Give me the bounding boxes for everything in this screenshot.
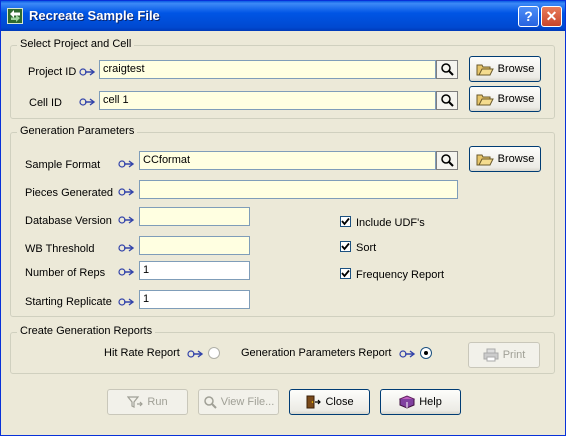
frequency-report-label: Frequency Report: [356, 269, 445, 281]
include-udf-checkbox[interactable]: [340, 216, 351, 227]
printer-icon: [483, 348, 499, 362]
folder-open-icon: [476, 154, 494, 166]
view-file-button[interactable]: View File...: [198, 389, 279, 415]
number-of-reps-field[interactable]: 1: [139, 261, 250, 280]
wb-threshold-field[interactable]: [139, 236, 250, 255]
recreate-sample-file-dialog: Recreate Sample File ? ✕ Select Project …: [0, 0, 566, 436]
sample-format-field[interactable]: CCformat: [139, 151, 436, 170]
arrow-icon: [118, 188, 135, 196]
title-help-button[interactable]: ?: [518, 6, 539, 27]
checkmark-icon: [341, 217, 350, 226]
print-label: Print: [502, 349, 526, 361]
project-cell-group-title: Select Project and Cell: [17, 38, 135, 50]
project-id-field[interactable]: craigtest: [99, 60, 436, 79]
cell-id-label: Cell ID: [29, 97, 63, 109]
run-label: Run: [147, 396, 168, 408]
folder-open-icon: [476, 94, 494, 106]
generation-parameters-report-label: Generation Parameters Report: [241, 347, 392, 359]
title-bar[interactable]: Recreate Sample File ? ✕: [1, 1, 565, 31]
magnifier-icon: [441, 63, 454, 76]
checkmark-icon: [341, 242, 350, 251]
radio-selected-dot: [424, 351, 428, 355]
pieces-generated-field[interactable]: [139, 180, 458, 199]
sort-label: Sort: [356, 242, 377, 254]
magnifier-icon: [203, 396, 217, 409]
arrow-icon: [118, 160, 135, 168]
help-button[interactable]: Help: [380, 389, 461, 415]
create-reports-group-title: Create Generation Reports: [17, 325, 156, 337]
cell-browse-button[interactable]: Browse: [469, 86, 541, 112]
arrow-icon: [118, 268, 135, 276]
sample-format-browse-label: Browse: [497, 153, 535, 165]
number-of-reps-label: Number of Reps: [25, 267, 106, 279]
window-title: Recreate Sample File: [29, 8, 160, 23]
arrow-icon: [187, 350, 204, 358]
checkmark-icon: [341, 269, 350, 278]
folder-open-icon: [476, 64, 494, 76]
frequency-report-checkbox[interactable]: [340, 268, 351, 279]
project-search-button[interactable]: [436, 60, 458, 79]
database-version-label: Database Version: [25, 215, 112, 227]
arrow-icon: [79, 68, 96, 76]
starting-replicate-label: Starting Replicate: [25, 296, 112, 308]
generation-parameters-group-title: Generation Parameters: [17, 125, 138, 137]
starting-replicate-field[interactable]: 1: [139, 290, 250, 309]
generation-parameters-report-radio[interactable]: [420, 347, 432, 359]
cell-id-field[interactable]: cell 1: [99, 91, 436, 110]
app-arrows-icon: [7, 8, 23, 24]
arrow-icon: [79, 98, 96, 106]
help-book-icon: [399, 395, 416, 409]
close-button[interactable]: Close: [289, 389, 370, 415]
project-browse-button[interactable]: Browse: [469, 56, 541, 82]
arrow-icon: [118, 244, 135, 252]
wb-threshold-label: WB Threshold: [25, 243, 95, 255]
arrow-icon: [399, 350, 416, 358]
database-version-field[interactable]: [139, 207, 250, 226]
project-id-label: Project ID: [28, 66, 77, 78]
magnifier-icon: [441, 94, 454, 107]
sample-format-label: Sample Format: [25, 159, 101, 171]
run-funnel-icon: [127, 396, 144, 408]
print-button[interactable]: Print: [468, 342, 540, 368]
help-label: Help: [419, 396, 442, 408]
title-close-button[interactable]: ✕: [541, 6, 562, 27]
sample-format-search-button[interactable]: [436, 151, 458, 170]
project-browse-label: Browse: [497, 63, 535, 75]
cell-search-button[interactable]: [436, 91, 458, 110]
close-label: Close: [325, 396, 354, 408]
sort-checkbox[interactable]: [340, 241, 351, 252]
arrow-icon: [118, 298, 135, 306]
exit-door-icon: [306, 395, 322, 409]
include-udf-label: Include UDF's: [356, 217, 425, 229]
run-button[interactable]: Run: [107, 389, 188, 415]
sample-format-browse-button[interactable]: Browse: [469, 146, 541, 172]
hit-rate-report-label: Hit Rate Report: [104, 347, 180, 359]
cell-browse-label: Browse: [497, 93, 535, 105]
magnifier-icon: [441, 154, 454, 167]
view-file-label: View File...: [220, 396, 275, 408]
arrow-icon: [118, 216, 135, 224]
pieces-generated-label: Pieces Generated: [25, 187, 114, 199]
hit-rate-report-radio[interactable]: [208, 347, 220, 359]
